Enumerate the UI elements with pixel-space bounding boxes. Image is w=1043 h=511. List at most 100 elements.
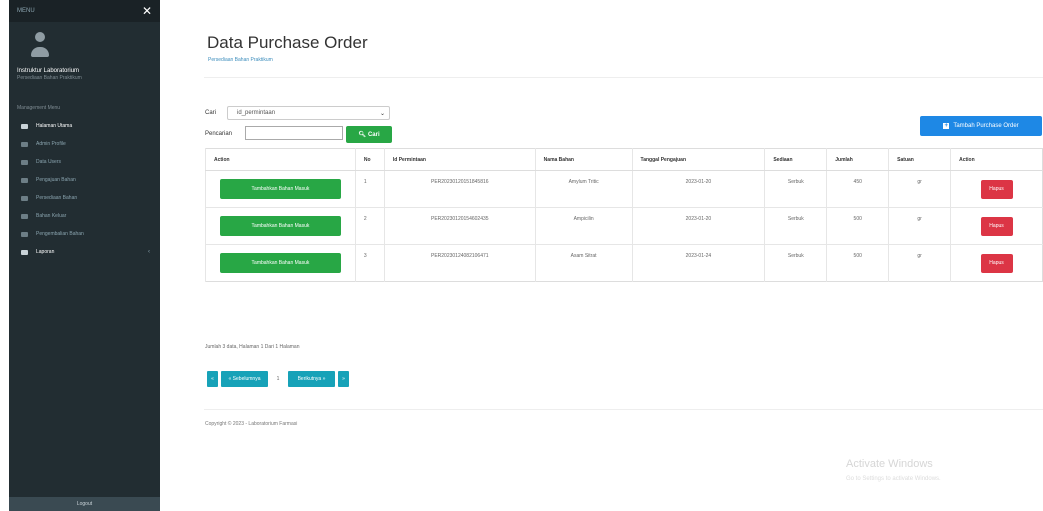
cell-hapus: Hapus xyxy=(950,207,1043,245)
cell-tanggal: 2023-01-24 xyxy=(631,244,765,282)
cell-no: 2 xyxy=(354,207,385,245)
user-role: Persediaan Bahan Praktikum xyxy=(17,75,82,81)
table-row: Tambahkan Bahan Masuk 1 PER2023012015184… xyxy=(205,170,1043,208)
page-subtitle: Persediaan Bahan Praktikum xyxy=(208,57,273,63)
search-input[interactable] xyxy=(245,126,343,140)
cell-sediaan: Serbuk xyxy=(764,244,827,282)
sidebar-item-persediaan-bahan[interactable]: Persediaan Bahan xyxy=(9,189,160,207)
close-icon[interactable]: ✕ xyxy=(142,5,152,17)
home-icon xyxy=(21,123,28,129)
file-icon xyxy=(21,177,28,183)
chevron-down-icon: ⌄ xyxy=(379,111,385,117)
tambah-purchase-order-button[interactable]: + Tambah Purchase Order xyxy=(920,116,1042,136)
sidebar-item-admin-profile[interactable]: Admin Profile xyxy=(9,135,160,153)
user-panel: Instruktur Laboratorium Persediaan Bahan… xyxy=(9,22,160,87)
prev-page-button[interactable]: « Sebelumnya xyxy=(221,371,268,387)
tambahkan-bahan-masuk-button[interactable]: Tambahkan Bahan Masuk xyxy=(219,179,341,199)
box-icon xyxy=(21,195,28,201)
hapus-button[interactable]: Hapus xyxy=(980,217,1013,236)
hapus-button[interactable]: Hapus xyxy=(980,180,1013,199)
footer-copyright: Copyright © 2023 - Laboratorium Farmasi xyxy=(205,421,298,427)
pagination: « « Sebelumnya 1 Berikutnya » » xyxy=(207,371,349,387)
cell-satuan: gr xyxy=(888,207,951,245)
col-tanggal-pengajuan: Tanggal Pengajuan xyxy=(631,148,765,171)
cell-hapus: Hapus xyxy=(950,244,1043,282)
cell-action: Tambahkan Bahan Masuk xyxy=(205,207,356,245)
sidebar-menu: Halaman Utama Admin Profile Data Users P… xyxy=(9,117,160,261)
col-satuan: Satuan xyxy=(888,148,951,171)
avatar xyxy=(31,32,49,60)
col-sediaan: Sediaan xyxy=(764,148,827,171)
cell-sediaan: Serbuk xyxy=(764,170,827,208)
col-jumlah: Jumlah xyxy=(826,148,889,171)
cell-id: PER20230120154602435 xyxy=(383,207,536,245)
plus-icon: + xyxy=(943,123,950,129)
cell-jumlah: 500 xyxy=(826,207,889,245)
col-id-permintaan: Id Permintaan xyxy=(383,148,536,171)
select-value: id_permintaan xyxy=(237,110,276,116)
cell-id: PER20230124082106471 xyxy=(383,244,536,282)
first-page-button[interactable]: « xyxy=(207,371,218,387)
users-icon xyxy=(21,159,28,165)
return-icon xyxy=(21,231,28,237)
sidebar-item-label: Admin Profile xyxy=(36,141,66,147)
cell-hapus: Hapus xyxy=(950,170,1043,208)
cell-tanggal: 2023-01-20 xyxy=(631,207,765,245)
cari-button-label: Cari xyxy=(367,131,380,138)
sidebar-item-label: Bahan Keluar xyxy=(36,213,67,219)
sidebar-item-label: Halaman Utama xyxy=(36,123,73,129)
search-icon: 🔍︎ xyxy=(358,132,366,138)
search-field-select[interactable]: id_permintaan ⌄ xyxy=(227,106,390,120)
main-content: Data Purchase Order Persediaan Bahan Pra… xyxy=(160,0,1043,511)
cell-nama: Amylum Tritic xyxy=(534,170,633,208)
sidebar-item-label: Pengajuan Bahan xyxy=(36,177,76,183)
avatar-body xyxy=(31,47,49,57)
cell-tanggal: 2023-01-20 xyxy=(631,170,765,208)
next-page-button[interactable]: Berikutnya » xyxy=(288,371,335,387)
divider xyxy=(204,77,1043,78)
sidebar-item-halaman-utama[interactable]: Halaman Utama xyxy=(9,117,160,135)
col-no: No xyxy=(354,148,385,171)
pencarian-label: Pencarian xyxy=(205,131,233,137)
cell-action: Tambahkan Bahan Masuk xyxy=(205,170,356,208)
export-icon xyxy=(21,213,28,219)
app-root: MENU ✕ Instruktur Laboratorium Persediaa… xyxy=(0,0,1043,511)
logout-button[interactable]: Logout xyxy=(9,497,160,511)
cari-label: Cari xyxy=(205,110,217,116)
col-nama-bahan: Nama Bahan xyxy=(534,148,633,171)
sidebar-item-label: Data Users xyxy=(36,159,62,165)
pagination-summary: Jumlah 3 data, Halaman 1 Dari 1 Halaman xyxy=(205,344,300,350)
cell-no: 3 xyxy=(354,244,385,282)
avatar-head xyxy=(35,32,45,42)
cell-satuan: gr xyxy=(888,244,951,282)
sidebar-item-label: Persediaan Bahan xyxy=(36,195,78,201)
cell-nama: Ampicilin xyxy=(534,207,633,245)
chevron-left-icon: ‹ xyxy=(148,249,150,255)
sidebar-nav-header: Management Menu xyxy=(17,105,61,111)
cell-action: Tambahkan Bahan Masuk xyxy=(205,244,356,282)
col-action-2: Action xyxy=(950,148,1043,171)
cari-button[interactable]: 🔍︎ Cari xyxy=(346,126,392,143)
sidebar-item-pengembalian-bahan[interactable]: Pengembalian Bahan xyxy=(9,225,160,243)
cell-nama: Asam Sitrat xyxy=(534,244,633,282)
col-action: Action xyxy=(205,148,356,171)
user-name: Instruktur Laboratorium xyxy=(17,68,80,74)
table-header-row: Action No Id Permintaan Nama Bahan Tangg… xyxy=(205,148,1043,171)
cell-jumlah: 500 xyxy=(826,244,889,282)
sidebar-item-pengajuan-bahan[interactable]: Pengajuan Bahan xyxy=(9,171,160,189)
sidebar-item-label: Laporan xyxy=(36,249,55,255)
user-icon xyxy=(21,141,28,147)
sidebar-item-bahan-keluar[interactable]: Bahan Keluar xyxy=(9,207,160,225)
tambahkan-bahan-masuk-button[interactable]: Tambahkan Bahan Masuk xyxy=(219,253,341,273)
cell-jumlah: 450 xyxy=(826,170,889,208)
cell-id: PER20230120151845816 xyxy=(383,170,536,208)
sidebar-item-label: Pengembalian Bahan xyxy=(36,231,84,237)
sidebar-item-data-users[interactable]: Data Users xyxy=(9,153,160,171)
last-page-button[interactable]: » xyxy=(338,371,349,387)
table-row: Tambahkan Bahan Masuk 3 PER2023012408210… xyxy=(205,244,1043,282)
report-icon xyxy=(21,249,28,255)
sidebar-item-laporan[interactable]: Laporan ‹ xyxy=(9,243,160,261)
hapus-button[interactable]: Hapus xyxy=(980,254,1013,273)
tambahkan-bahan-masuk-button[interactable]: Tambahkan Bahan Masuk xyxy=(219,216,341,236)
current-page: 1 xyxy=(276,376,280,382)
